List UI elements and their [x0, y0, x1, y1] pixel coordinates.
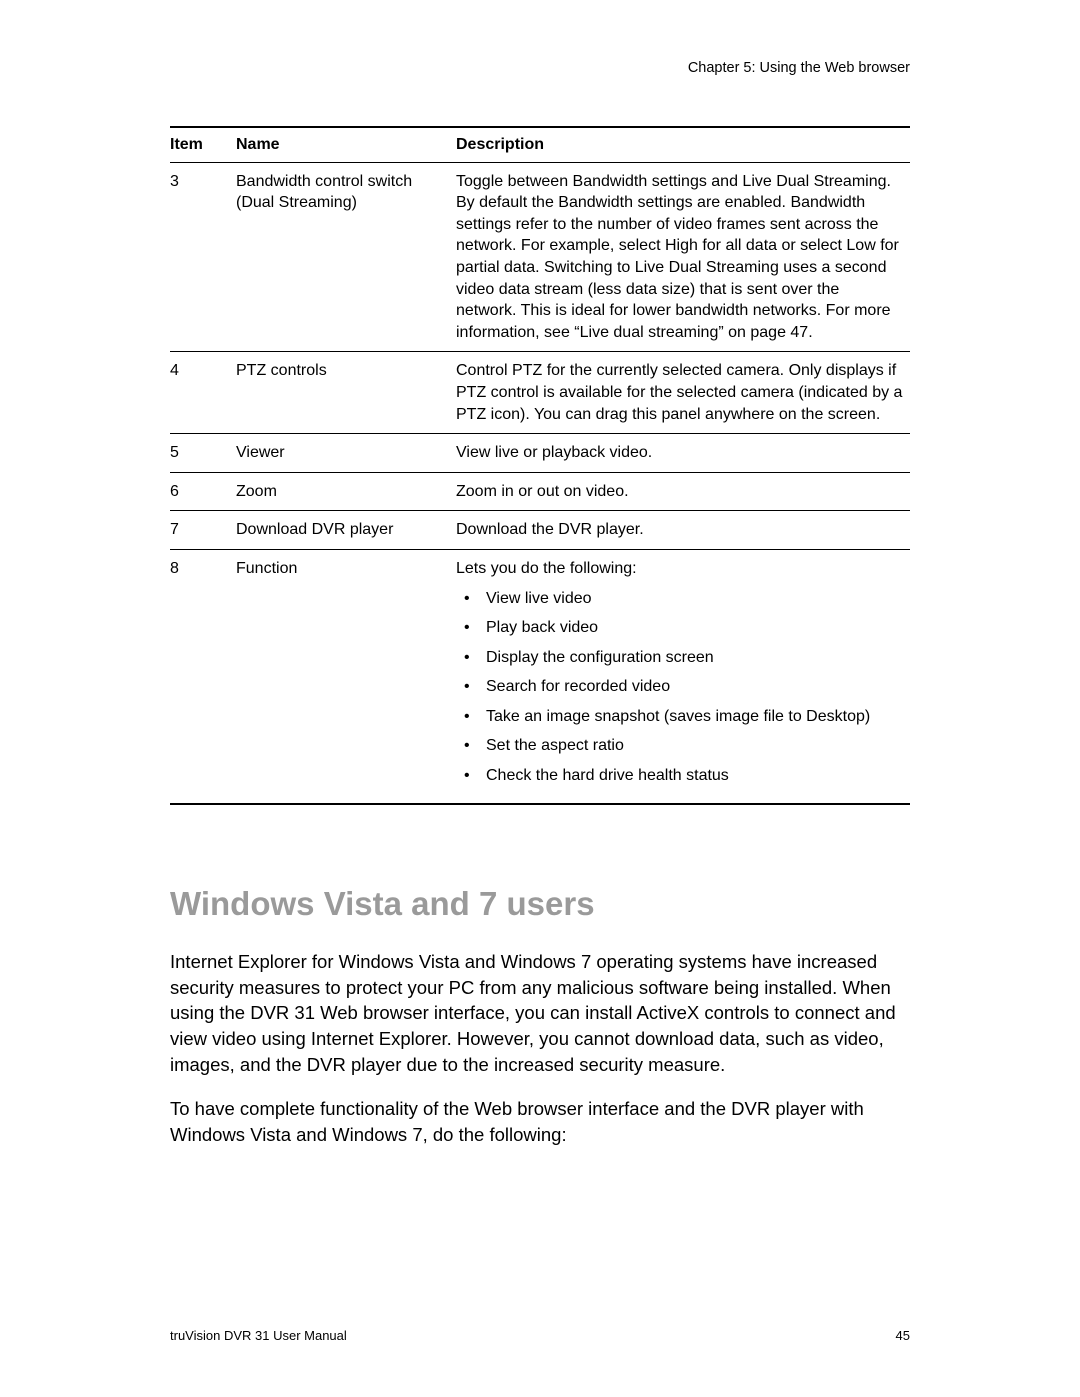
- chapter-header: Chapter 5: Using the Web browser: [170, 60, 910, 76]
- table-row: 7 Download DVR player Download the DVR p…: [170, 511, 910, 550]
- cell-item: 3: [170, 162, 236, 352]
- cell-name: PTZ controls: [236, 352, 456, 434]
- cell-name: Zoom: [236, 472, 456, 511]
- list-item: Search for recorded video: [456, 676, 904, 698]
- cell-item: 8: [170, 549, 236, 803]
- cell-desc: Lets you do the following: View live vid…: [456, 549, 910, 803]
- table-row: 4 PTZ controls Control PTZ for the curre…: [170, 352, 910, 434]
- th-description: Description: [456, 127, 910, 162]
- th-item: Item: [170, 127, 236, 162]
- footer-page-number: 45: [896, 1328, 910, 1343]
- body-paragraph: Internet Explorer for Windows Vista and …: [170, 949, 910, 1078]
- cell-desc: Zoom in or out on video.: [456, 472, 910, 511]
- items-table: Item Name Description 3 Bandwidth contro…: [170, 126, 910, 805]
- footer-manual-title: truVision DVR 31 User Manual: [170, 1328, 347, 1343]
- section-heading: Windows Vista and 7 users: [170, 885, 910, 923]
- cell-item: 4: [170, 352, 236, 434]
- cell-desc-list: View live video Play back video Display …: [456, 588, 904, 787]
- cell-name: Bandwidth control switch (Dual Streaming…: [236, 162, 456, 352]
- page-footer: truVision DVR 31 User Manual 45: [170, 1328, 910, 1343]
- cell-item: 5: [170, 434, 236, 473]
- list-item: Check the hard drive health status: [456, 765, 904, 787]
- cell-name: Download DVR player: [236, 511, 456, 550]
- cell-desc: Control PTZ for the currently selected c…: [456, 352, 910, 434]
- cell-desc: Download the DVR player.: [456, 511, 910, 550]
- cell-desc-intro: Lets you do the following:: [456, 558, 904, 580]
- cell-name: Viewer: [236, 434, 456, 473]
- list-item: Display the configuration screen: [456, 647, 904, 669]
- cell-desc: View live or playback video.: [456, 434, 910, 473]
- table-row: 5 Viewer View live or playback video.: [170, 434, 910, 473]
- list-item: Play back video: [456, 617, 904, 639]
- table-row: 3 Bandwidth control switch (Dual Streami…: [170, 162, 910, 352]
- list-item: View live video: [456, 588, 904, 610]
- list-item: Take an image snapshot (saves image file…: [456, 706, 904, 728]
- table-row: 6 Zoom Zoom in or out on video.: [170, 472, 910, 511]
- table-row: 8 Function Lets you do the following: Vi…: [170, 549, 910, 803]
- list-item: Set the aspect ratio: [456, 735, 904, 757]
- cell-item: 6: [170, 472, 236, 511]
- cell-name: Function: [236, 549, 456, 803]
- body-paragraph: To have complete functionality of the We…: [170, 1096, 910, 1148]
- th-name: Name: [236, 127, 456, 162]
- cell-desc: Toggle between Bandwidth settings and Li…: [456, 162, 910, 352]
- cell-item: 7: [170, 511, 236, 550]
